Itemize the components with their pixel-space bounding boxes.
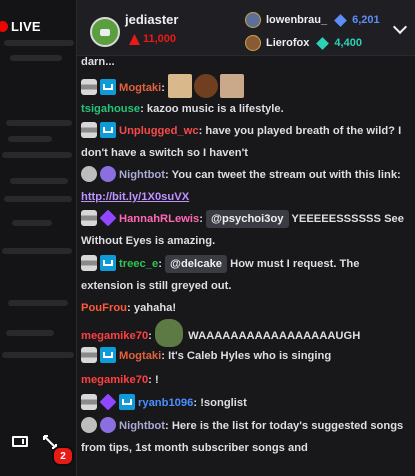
- player-controls: 2: [0, 426, 76, 476]
- username[interactable]: treec_e: [119, 258, 158, 270]
- drum-badge-icon[interactable]: [81, 394, 97, 410]
- username[interactable]: Nightbot: [119, 420, 165, 432]
- message-link[interactable]: http://bit.ly/1X0suVX: [81, 191, 189, 203]
- top-user-name[interactable]: jediaster: [125, 12, 178, 27]
- emote-icon[interactable]: [194, 74, 219, 98]
- username[interactable]: HannahRLewis: [119, 213, 199, 225]
- host-bits-value: 11,000: [143, 33, 177, 45]
- prime-badge-icon[interactable]: [119, 394, 135, 410]
- prime-badge-icon[interactable]: [100, 255, 116, 271]
- hype-leaderboard: jediaster 11,000 lowenbrau_ 6,201 Lierof…: [77, 0, 415, 56]
- message-text: yahaha!: [133, 302, 177, 314]
- mention[interactable]: @delcake: [165, 255, 228, 273]
- chat-messages[interactable]: darn... Mogtaki: tsigahouse: kazoo music…: [77, 56, 415, 476]
- message-text: kazoo music is a lifestyle.: [146, 103, 284, 115]
- live-dot-icon: [0, 20, 8, 32]
- verified-badge-icon[interactable]: [100, 166, 116, 182]
- username[interactable]: megamike70: [81, 374, 148, 386]
- username[interactable]: PouFrou: [81, 302, 127, 314]
- message-text: !: [155, 374, 159, 386]
- leaderboard-entry[interactable]: Lierofox 4,400: [245, 35, 362, 51]
- video-player[interactable]: LIVE 2: [0, 0, 76, 476]
- chat-message: megamike70: !: [81, 369, 411, 391]
- gem-icon: [316, 36, 330, 50]
- drum-badge-icon[interactable]: [81, 347, 97, 363]
- leader-amount: 4,400: [334, 37, 362, 49]
- message-separator: :: [148, 374, 156, 386]
- username[interactable]: ryanb1096: [138, 397, 193, 409]
- verified-badge-icon[interactable]: [100, 417, 116, 433]
- chevron-down-icon[interactable]: [392, 19, 408, 35]
- username[interactable]: megamike70: [81, 330, 148, 342]
- theatre-mode-icon[interactable]: [12, 436, 28, 447]
- chat-message: treec_e: @delcake How must I request. Th…: [81, 253, 411, 297]
- avatar: [245, 35, 261, 51]
- message-text: !songlist: [200, 397, 247, 409]
- chat-message: HannahRLewis: @psychoi3oy YEEEEESSSSSS S…: [81, 208, 411, 252]
- message-separator: :: [127, 302, 134, 314]
- gift-badge-icon[interactable]: [99, 209, 117, 227]
- username[interactable]: Unplugged_wc: [119, 125, 199, 137]
- emote-icon[interactable]: [220, 74, 245, 98]
- message-text: You can tweet the stream out with this l…: [171, 169, 401, 181]
- username[interactable]: Mogtaki: [119, 350, 161, 362]
- drum-badge-icon[interactable]: [81, 79, 97, 95]
- prime-badge-icon[interactable]: [100, 122, 116, 138]
- bits-icon: [129, 33, 140, 45]
- gem-icon: [334, 13, 347, 27]
- chat-message: darn...: [81, 56, 411, 73]
- message-separator: :: [140, 103, 147, 115]
- chat-message: Nightbot: Here is the list for today's s…: [81, 415, 411, 459]
- avatar: [245, 12, 261, 28]
- live-indicator: LIVE: [0, 18, 41, 34]
- prime-badge-icon[interactable]: [100, 347, 116, 363]
- chat-panel: jediaster 11,000 lowenbrau_ 6,201 Lierof…: [76, 0, 415, 476]
- message-separator: :: [161, 82, 169, 94]
- bot-badge-icon[interactable]: [81, 417, 97, 433]
- bot-badge-icon[interactable]: [81, 166, 97, 182]
- leader-amount: 6,201: [352, 14, 380, 26]
- drum-badge-icon[interactable]: [81, 122, 97, 138]
- chat-message: tsigahouse: kazoo music is a lifestyle.: [81, 98, 411, 120]
- message-text: darn...: [81, 56, 115, 68]
- message-separator: :: [164, 169, 172, 181]
- chat-message: PouFrou: yahaha!: [81, 297, 411, 319]
- avatar[interactable]: [90, 17, 120, 47]
- drum-badge-icon[interactable]: [81, 210, 97, 226]
- top-user-score: 11,000: [129, 33, 176, 45]
- chat-message: Unplugged_wc: have you played breath of …: [81, 120, 411, 164]
- leader-name: Lierofox: [266, 37, 310, 49]
- emote-icon[interactable]: [168, 74, 193, 98]
- chat-message: ryanb1096: !songlist: [81, 392, 411, 414]
- emote-icon[interactable]: [155, 319, 184, 347]
- message-text: It's Caleb Hyles who is singing: [168, 350, 332, 362]
- gift-badge-icon[interactable]: [99, 393, 117, 411]
- chat-message: megamike70: WAAAAAAAAAAAAAAAAAUGH: [81, 319, 411, 347]
- drum-badge-icon[interactable]: [81, 255, 97, 271]
- mention[interactable]: @psychoi3oy: [206, 210, 289, 228]
- leader-name: lowenbrau_: [266, 14, 328, 26]
- message-separator: :: [164, 420, 172, 432]
- live-label: LIVE: [11, 18, 41, 34]
- username[interactable]: Nightbot: [119, 169, 165, 181]
- message-text: WAAAAAAAAAAAAAAAAAUGH: [188, 330, 361, 342]
- message-separator: :: [148, 330, 156, 342]
- leaderboard-entry[interactable]: lowenbrau_ 6,201: [245, 12, 380, 28]
- username[interactable]: tsigahouse: [81, 103, 140, 115]
- chat-message: Mogtaki: It's Caleb Hyles who is singing: [81, 345, 411, 367]
- username[interactable]: Mogtaki: [119, 82, 161, 94]
- prime-badge-icon[interactable]: [100, 79, 116, 95]
- chat-message: Mogtaki:: [81, 74, 411, 99]
- notification-badge[interactable]: 2: [52, 446, 74, 466]
- chat-message: Nightbot: You can tweet the stream out w…: [81, 164, 411, 208]
